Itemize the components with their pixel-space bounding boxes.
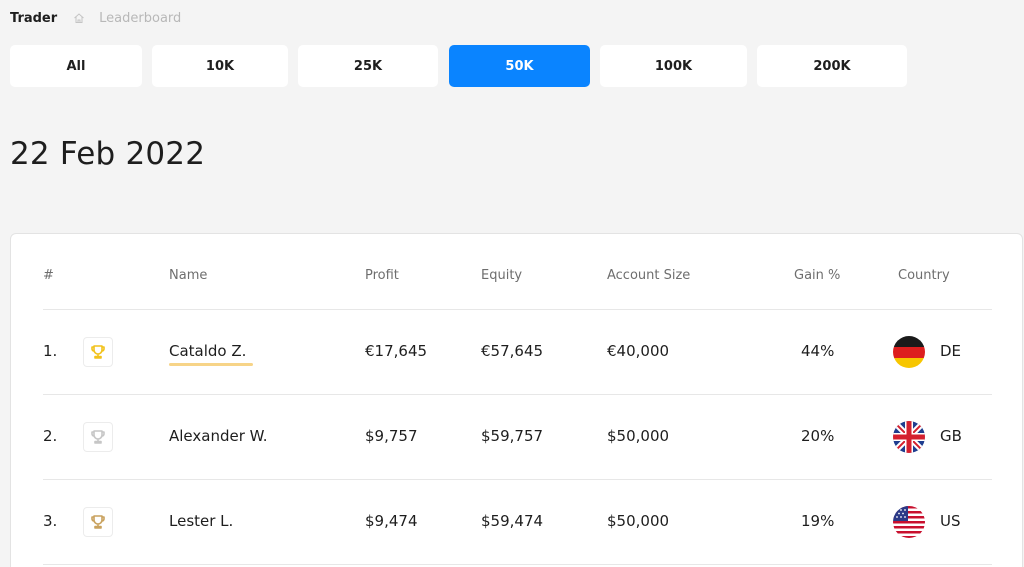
uk-flag-icon	[893, 421, 925, 453]
header-gain: Gain %	[794, 268, 841, 283]
row-rank: 2.	[43, 427, 58, 445]
name-highlight	[169, 363, 253, 366]
row-rank: 1.	[43, 342, 58, 360]
row-country: US	[940, 512, 961, 530]
header-name: Name	[169, 268, 208, 283]
row-gain: 44%	[801, 342, 835, 360]
header-profit: Profit	[365, 268, 399, 283]
filter-10k-button[interactable]: 10K	[152, 45, 288, 87]
header-rank: #	[43, 268, 54, 283]
row-gain: 19%	[801, 512, 835, 530]
breadcrumb: Trader Leaderboard	[10, 9, 181, 27]
row-country: DE	[940, 342, 962, 360]
breadcrumb-current: Leaderboard	[99, 10, 182, 26]
row-country: GB	[940, 427, 962, 445]
filter-all-button[interactable]: All	[10, 45, 142, 87]
header-country: Country	[898, 268, 950, 283]
row-profit: $9,474	[365, 512, 418, 530]
row-gain: 20%	[801, 427, 835, 445]
filter-100k-button[interactable]: 100K	[600, 45, 747, 87]
bronze-trophy-icon	[83, 507, 113, 537]
filter-200k-button[interactable]: 200K	[757, 45, 907, 87]
filter-25k-button[interactable]: 25K	[298, 45, 438, 87]
page-title: 22 Feb 2022	[10, 136, 206, 172]
divider	[43, 394, 992, 395]
header-account-size: Account Size	[607, 268, 691, 283]
us-flag-icon	[893, 506, 925, 538]
divider	[43, 479, 992, 480]
divider	[43, 564, 992, 565]
trader-name-link[interactable]: Alexander W.	[169, 427, 268, 445]
row-account-size: $50,000	[607, 427, 670, 445]
header-equity: Equity	[481, 268, 523, 283]
row-account-size: $50,000	[607, 512, 670, 530]
row-equity: $59,474	[481, 512, 544, 530]
trader-name-link[interactable]: Cataldo Z.	[169, 342, 246, 360]
row-profit: €17,645	[365, 342, 428, 360]
home-icon[interactable]	[73, 12, 85, 24]
breadcrumb-root[interactable]: Trader	[10, 11, 57, 26]
row-profit: $9,757	[365, 427, 418, 445]
divider	[43, 309, 992, 310]
row-equity: €57,645	[481, 342, 544, 360]
row-account-size: €40,000	[607, 342, 670, 360]
row-rank: 3.	[43, 512, 58, 530]
silver-trophy-icon	[83, 422, 113, 452]
row-equity: $59,757	[481, 427, 544, 445]
germany-flag-icon	[893, 336, 925, 368]
filter-50k-button[interactable]: 50K	[449, 45, 590, 87]
trader-name-link[interactable]: Lester L.	[169, 512, 233, 530]
gold-trophy-icon	[83, 337, 113, 367]
